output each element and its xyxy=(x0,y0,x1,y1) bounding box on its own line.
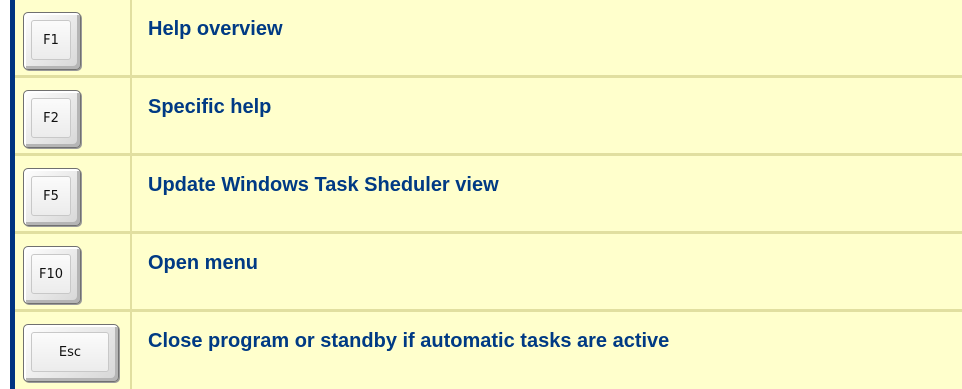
shortcut-description: Specific help xyxy=(148,96,272,118)
shortcut-row-f5: F5 Update Windows Task Sheduler view xyxy=(15,156,962,234)
shortcut-row-esc: Esc Close program or standby if automati… xyxy=(15,312,962,389)
key-label: F5 xyxy=(31,176,71,216)
shortcut-description: Close program or standby if automatic ta… xyxy=(148,330,670,352)
f5-key-icon: F5 xyxy=(23,168,81,226)
key-cell: F2 xyxy=(15,78,132,153)
shortcut-row-f2: F2 Specific help xyxy=(15,78,962,156)
key-label: Esc xyxy=(31,332,109,372)
key-cell: F10 xyxy=(15,234,132,309)
f1-key-icon: F1 xyxy=(23,12,81,70)
key-label: F2 xyxy=(31,98,71,138)
shortcut-description: Help overview xyxy=(148,18,283,40)
key-label: F1 xyxy=(31,20,71,60)
key-cell: Esc xyxy=(15,312,132,389)
shortcut-description: Update Windows Task Sheduler view xyxy=(148,174,499,196)
shortcut-table: F1 Help overview F2 Specific help F5 Upd… xyxy=(10,0,962,389)
shortcut-row-f10: F10 Open menu xyxy=(15,234,962,312)
key-cell: F5 xyxy=(15,156,132,231)
f2-key-icon: F2 xyxy=(23,90,81,148)
key-label: F10 xyxy=(31,254,71,294)
f10-key-icon: F10 xyxy=(23,246,81,304)
shortcut-description: Open menu xyxy=(148,252,259,274)
esc-key-icon: Esc xyxy=(23,324,119,382)
shortcut-row-f1: F1 Help overview xyxy=(15,0,962,78)
key-cell: F1 xyxy=(15,0,132,75)
